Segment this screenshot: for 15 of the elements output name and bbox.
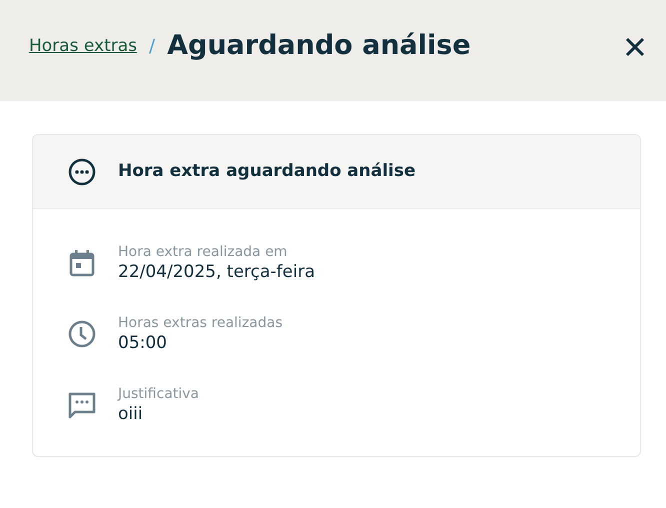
page-title: Aguardando análise	[167, 29, 471, 63]
more-icon	[68, 158, 96, 186]
detail-label: Hora extra realizada em	[118, 243, 288, 261]
close-icon	[624, 36, 646, 58]
detail-label: Horas extras realizadas	[118, 314, 282, 332]
detail-value: 22/04/2025, terça-feira	[118, 261, 316, 283]
calendar-icon	[69, 249, 95, 277]
breadcrumb-separator: /	[149, 35, 156, 59]
status-text: Hora extra aguardando análise	[118, 160, 416, 183]
detail-value: 05:00	[118, 332, 168, 354]
detail-value: oiii	[118, 403, 144, 425]
breadcrumb-link[interactable]: Horas extras	[29, 34, 138, 60]
clock-icon	[68, 320, 96, 348]
comment-icon	[68, 391, 96, 419]
detail-label: Justificativa	[118, 385, 200, 403]
